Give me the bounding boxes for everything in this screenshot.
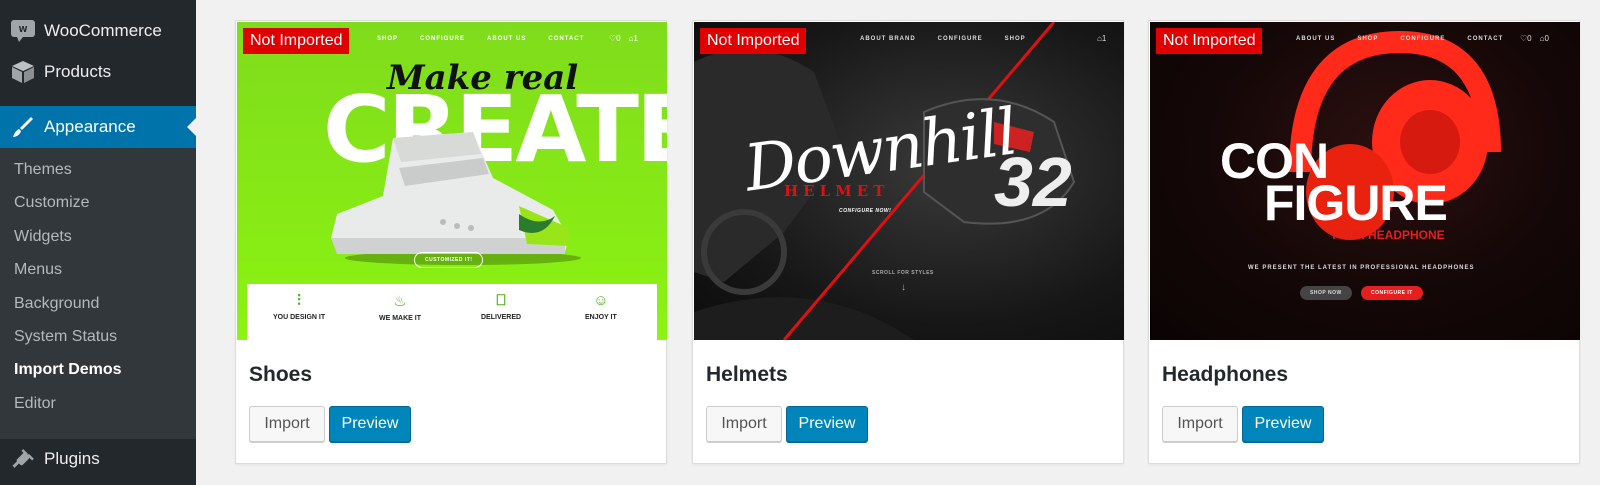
demo-card-helmets: ABOUT BRAND CONFIGURE SHOP ⌂1 Downhill H…	[692, 20, 1124, 464]
submenu-background[interactable]: Background	[14, 295, 99, 313]
submenu-customize[interactable]: Customize	[14, 194, 90, 212]
submenu-system-status[interactable]: System Status	[14, 328, 117, 346]
screenshot-number: 32	[994, 143, 1072, 221]
screenshot-feature-label: ENJOY IT	[585, 314, 617, 321]
screenshot-nav-item: SHOP	[1004, 36, 1026, 42]
screenshot-nav-item: CONFIGURE	[1400, 36, 1446, 42]
screenshot-feature-label: DELIVERED	[481, 314, 522, 321]
screenshot-nav-item: ABOUT BRAND	[860, 36, 916, 42]
menu-appearance-label: Appearance	[44, 117, 136, 136]
arrow-down-icon: ↓	[901, 282, 906, 293]
screenshot-headline-script: Make real	[387, 58, 579, 98]
menu-products[interactable]: Products	[0, 52, 196, 92]
screenshot-feature-label: YOU DESIGN IT	[273, 314, 326, 321]
screenshot-feature: ☺ ENJOY IT	[585, 292, 617, 321]
shoe-illustration	[331, 132, 581, 265]
appearance-submenu: Themes Customize Widgets Menus Backgroun…	[0, 148, 196, 439]
screenshot-nav-item: CONTACT	[548, 36, 585, 42]
screenshot-features-strip: ⫶ YOU DESIGN IT ♨ WE MAKE IT ⎕ DELIVERED ☺ E…	[247, 284, 657, 340]
status-badge: Not Imported	[243, 28, 350, 54]
admin-sidebar: W WooCommerce Products Appearance Themes…	[0, 0, 196, 485]
wishlist-count: 0	[616, 34, 621, 43]
paintbrush-icon	[10, 114, 36, 140]
heart-icon: ♡0	[609, 34, 621, 43]
submenu-import-demos[interactable]: Import Demos	[14, 361, 122, 379]
heart-icon: ♡0	[1520, 34, 1532, 43]
import-button[interactable]: Import	[249, 406, 325, 442]
submenu-themes[interactable]: Themes	[14, 161, 72, 179]
status-badge: Not Imported	[700, 28, 807, 54]
screenshot-nav-item: CONTACT	[1467, 36, 1504, 42]
plug-icon	[10, 446, 36, 472]
demo-screenshot-helmets[interactable]: ABOUT BRAND CONFIGURE SHOP ⌂1 Downhill H…	[694, 22, 1124, 340]
submenu-widgets[interactable]: Widgets	[14, 228, 72, 246]
bag-icon: ⌂0	[1539, 34, 1549, 43]
menu-products-label: Products	[44, 62, 112, 81]
screenshot-cta-secondary: CONFIGURE IT	[1361, 286, 1423, 300]
screenshot-cta: CUSTOMIZED IT!	[414, 252, 484, 268]
screenshot-nav-item: SHOP	[377, 36, 399, 42]
cube-icon	[10, 59, 36, 85]
active-arrow	[187, 118, 196, 136]
submenu-editor[interactable]: Editor	[14, 395, 56, 413]
preview-button[interactable]: Preview	[1242, 406, 1324, 442]
screenshot-headline-sub: YOUR HEADPHONE	[1330, 228, 1445, 242]
gift-icon: ⎕	[496, 292, 506, 309]
cart-count: 1	[1101, 34, 1107, 43]
bag-icon: ⌂1	[628, 34, 638, 43]
menu-appearance[interactable]: Appearance	[0, 106, 196, 148]
screenshot-nav-item: SHOP	[1357, 36, 1379, 42]
fire-icon: ♨	[393, 293, 407, 310]
demo-screenshot-shoes[interactable]: SHOP CONFIGURE ABOUT US CONTACT ♡0 ⌂1 CR…	[237, 22, 667, 340]
screenshot-feature: ⫶ YOU DESIGN IT	[273, 292, 325, 321]
bag-icon: ⌂1	[1097, 34, 1107, 43]
wishlist-count: 0	[1527, 34, 1532, 43]
preview-button[interactable]: Preview	[329, 406, 411, 442]
submenu-menus[interactable]: Menus	[14, 261, 62, 279]
screenshot-nav: ABOUT US SHOP CONFIGURE CONTACT	[1296, 36, 1503, 42]
cart-count: 1	[633, 34, 638, 43]
screenshot-cta: CONFIGURE NOW!	[839, 208, 892, 214]
menu-plugins[interactable]: Plugins	[0, 439, 196, 479]
screenshot-cart: ♡0 ⌂1	[609, 34, 638, 43]
preview-button[interactable]: Preview	[786, 406, 868, 442]
status-badge: Not Imported	[1156, 28, 1263, 54]
svg-text:W: W	[19, 25, 28, 34]
screenshot-feature-label: WE MAKE IT	[379, 315, 421, 322]
sliders-icon: ⫶	[297, 292, 301, 309]
cart-count: 0	[1544, 34, 1549, 43]
demo-title: Helmets	[706, 363, 788, 386]
menu-woocommerce[interactable]: W WooCommerce	[0, 11, 196, 51]
screenshot-nav: ABOUT BRAND CONFIGURE SHOP	[860, 36, 1026, 42]
menu-plugins-label: Plugins	[44, 449, 100, 468]
screenshot-scroll-text: SCROLL FOR STYLES	[872, 270, 934, 276]
screenshot-nav: SHOP CONFIGURE ABOUT US CONTACT	[377, 36, 584, 42]
woocommerce-icon: W	[10, 18, 36, 44]
smile-icon: ☺	[593, 292, 609, 309]
menu-woocommerce-label: WooCommerce	[44, 21, 162, 40]
demo-card-headphones: ABOUT US SHOP CONFIGURE CONTACT ♡0 ⌂0 CO…	[1148, 20, 1580, 464]
screenshot-cart: ♡0 ⌂0	[1520, 34, 1549, 43]
screenshot-headline-sub: HELMET	[784, 182, 890, 200]
demo-screenshot-headphones[interactable]: ABOUT US SHOP CONFIGURE CONTACT ♡0 ⌂0 CO…	[1150, 22, 1580, 340]
demo-card-shoes: SHOP CONFIGURE ABOUT US CONTACT ♡0 ⌂1 CR…	[235, 20, 667, 464]
screenshot-nav-item: CONFIGURE	[420, 36, 466, 42]
screenshot-feature: ♨ WE MAKE IT	[379, 292, 421, 322]
screenshot-feature: ⎕ DELIVERED	[481, 292, 521, 321]
demo-title: Headphones	[1162, 363, 1289, 386]
screenshot-cart: ⌂1	[1097, 34, 1106, 43]
screenshot-nav-item: ABOUT US	[1296, 36, 1336, 42]
import-button[interactable]: Import	[706, 406, 782, 442]
import-button[interactable]: Import	[1162, 406, 1238, 442]
screenshot-nav-item: CONFIGURE	[937, 36, 983, 42]
screenshot-headline-2: FIGURE	[1264, 175, 1448, 231]
screenshot-nav-item: ABOUT US	[487, 36, 527, 42]
screenshot-cta-primary: SHOP NOW	[1300, 286, 1352, 300]
demo-title: Shoes	[249, 363, 313, 386]
screenshot-tagline: WE PRESENT THE LATEST IN PROFESSIONAL HE…	[1248, 265, 1475, 271]
